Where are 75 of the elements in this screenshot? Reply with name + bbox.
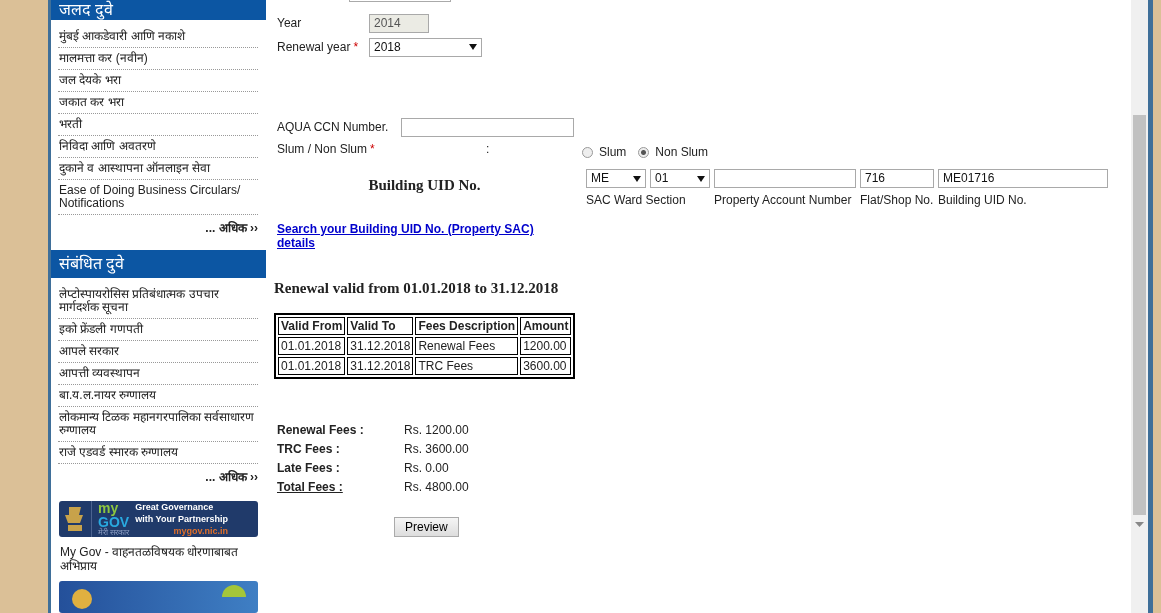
sidebar-link[interactable]: Ease of Doing Business Circulars/ Notifications	[58, 180, 258, 215]
fee-label: Late Fees :	[277, 461, 341, 475]
aqua-ccn-field[interactable]	[401, 117, 574, 137]
app-banner[interactable]	[59, 581, 258, 613]
ward-select[interactable]: ME	[586, 169, 646, 188]
scrollbar[interactable]	[1131, 0, 1148, 613]
sidebar-link[interactable]: जल देयके भरा	[58, 70, 258, 92]
field-caption: Building UID No.	[938, 194, 1028, 207]
column-header: Fees Description	[415, 317, 519, 335]
table-cell: 31.12.2018	[347, 357, 414, 375]
table-cell: 01.01.2018	[278, 357, 346, 375]
sidebar-link[interactable]: भरती	[58, 114, 258, 136]
section-header: संबंधित दुवे	[51, 250, 266, 278]
field-caption: SAC Ward Section	[586, 194, 687, 207]
banner-caption: My Gov - वाहनतळविषयक धोरणाबाबत अभिप्राय	[59, 544, 240, 573]
fee-label: Renewal Fees :	[277, 423, 365, 437]
input-field[interactable]	[714, 169, 856, 188]
fee-label: TRC Fees :	[277, 442, 341, 456]
field-label: Renewal year *	[277, 40, 360, 54]
column-header: Valid From	[278, 317, 346, 335]
caret-icon	[697, 175, 705, 182]
field-label: Year	[277, 16, 303, 30]
sidebar-link[interactable]: मुंबई आकडेवारी आणि नकाशे	[58, 26, 258, 48]
more-link[interactable]: ... अधिक ››	[205, 215, 258, 240]
banner-url: mygov.nic.in	[173, 525, 228, 537]
fee-value: Rs. 0.00	[404, 461, 450, 475]
radio-button[interactable]	[638, 146, 650, 158]
section-header: जलद दुवे	[51, 0, 266, 20]
android-icon	[222, 585, 246, 597]
validity-heading: Renewal valid from 01.01.2018 to 31.12.2018	[274, 280, 560, 297]
ward-select[interactable]: 01	[650, 169, 710, 188]
sidebar-link[interactable]: मालमत्ता कर (नवीन)	[58, 48, 258, 70]
fee-value: Rs. 3600.00	[404, 442, 470, 456]
sidebar-link[interactable]: जकात कर भरा	[58, 92, 258, 114]
banner-tagline: with Your Partnership	[135, 513, 228, 525]
field-caption: Flat/Shop No.	[860, 194, 934, 207]
fee-value: Rs. 4800.00	[404, 480, 470, 494]
input-field[interactable]: 716	[860, 169, 934, 188]
caret-icon	[633, 175, 641, 182]
table-cell: TRC Fees	[415, 357, 519, 375]
sidebar-link[interactable]: लेप्टोस्पायरोसिस प्रतिबंधात्मक उपचार मार्गदर्शक सूचना	[58, 284, 258, 319]
radio-button[interactable]	[582, 146, 593, 158]
fee-value: Rs. 1200.00	[404, 423, 470, 437]
input-field[interactable]: ME01716	[938, 169, 1108, 188]
table-cell: Renewal Fees	[415, 337, 519, 355]
section-title: Building UID No.	[367, 177, 482, 194]
sidebar-link[interactable]: दुकाने व आस्थापना ऑनलाइन सेवा	[58, 158, 258, 180]
column-header: Valid To	[347, 317, 414, 335]
sidebar-link[interactable]: आपत्ती व्यवस्थापन	[58, 363, 258, 385]
sidebar-link[interactable]: राजे एडवर्ड स्मारक रुग्णालय	[58, 442, 258, 464]
radio-label: Non Slum	[655, 145, 709, 159]
preview-button[interactable]: Preview	[394, 517, 459, 537]
column-header: Amount	[520, 317, 572, 335]
sidebar-link[interactable]: आपले सरकार	[58, 341, 258, 363]
logo-text: my	[98, 501, 120, 515]
fee-label: Total Fees :	[277, 480, 344, 494]
sidebar-link[interactable]: इको फ्रेंडली गणपती	[58, 319, 258, 341]
sidebar-link[interactable]: निविदा आणि अवतरणे	[58, 136, 258, 158]
sidebar-link[interactable]: बा.य.ल.नायर रुग्णालय	[58, 385, 258, 407]
renewal-year-select[interactable]: 2018	[369, 37, 482, 57]
sidebar-link[interactable]: लोकमान्य टिळक महानगरपालिका सर्वसाधारण रुग्णालय	[58, 407, 258, 442]
table-cell: 01.01.2018	[278, 337, 346, 355]
field-caption: Property Account Number	[714, 194, 853, 207]
field-label: AQUA CCN Number.	[277, 120, 390, 134]
radio-label: Slum	[599, 145, 627, 159]
table-cell: 3600.00	[520, 357, 572, 375]
separator-text: :	[486, 142, 490, 156]
table-cell: 31.12.2018	[347, 337, 414, 355]
search-link[interactable]: Search your Building UID No. (Property SAC) details	[277, 222, 562, 250]
caret-icon	[469, 44, 477, 50]
banner-tagline: Great Governance	[135, 501, 215, 513]
field-label: Slum / Non Slum *	[277, 142, 376, 156]
table-cell: 1200.00	[520, 337, 572, 355]
scroll-down-icon[interactable]	[1135, 522, 1144, 527]
more-link[interactable]: ... अधिक ››	[205, 464, 258, 489]
